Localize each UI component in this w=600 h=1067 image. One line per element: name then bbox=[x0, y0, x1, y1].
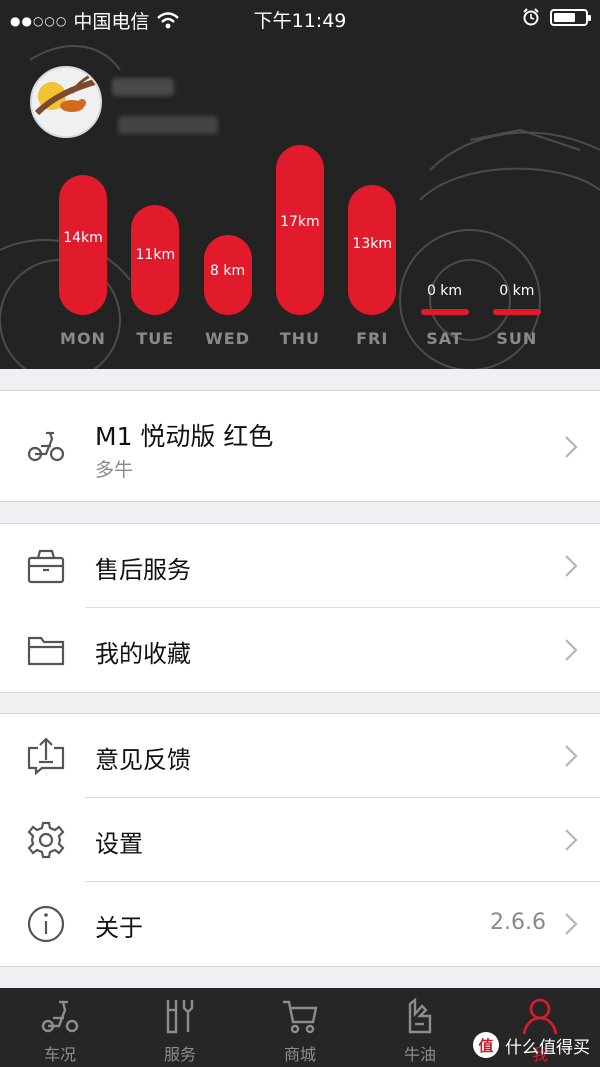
tab-label: 服务 bbox=[163, 1045, 196, 1064]
folder-icon bbox=[27, 636, 65, 666]
scooter-icon bbox=[41, 1000, 79, 1033]
day-label: SAT bbox=[426, 329, 463, 348]
watermark-logo: 值 bbox=[473, 1032, 499, 1058]
favorites-row[interactable]: 我的收藏 bbox=[0, 608, 600, 692]
vehicle-model: M1 悦动版 红色 bbox=[95, 422, 274, 451]
chevron-right-icon bbox=[565, 555, 578, 577]
day-label: SUN bbox=[496, 329, 538, 348]
battery-icon bbox=[550, 8, 591, 26]
about-label: 关于 bbox=[95, 914, 143, 942]
feedback-label: 意见反馈 bbox=[95, 746, 191, 774]
day-label: TUE bbox=[136, 329, 175, 348]
avatar[interactable] bbox=[30, 66, 102, 138]
about-row[interactable]: 关于 2.6.6 bbox=[0, 882, 600, 966]
day-label: WED bbox=[205, 329, 251, 348]
chevron-right-icon bbox=[565, 436, 578, 458]
bar-sat bbox=[420, 309, 469, 315]
watermark-text: 什么值得买 bbox=[505, 1037, 590, 1058]
scooter-icon bbox=[27, 431, 65, 462]
tab-vehicle-status[interactable]: 车况 bbox=[0, 988, 120, 1067]
bar-value-label: 14km bbox=[63, 230, 103, 246]
bar-value-label: 0 km bbox=[499, 283, 535, 299]
vehicle-section: M1 悦动版 红色 多牛 bbox=[0, 390, 600, 502]
wrench-icon bbox=[166, 1000, 194, 1034]
app-version: 2.6.6 bbox=[490, 910, 546, 935]
info-icon bbox=[27, 905, 65, 943]
chevron-right-icon bbox=[565, 913, 578, 935]
status-time: 下午11:49 bbox=[253, 10, 347, 32]
settings-row[interactable]: 设置 bbox=[0, 798, 600, 882]
weekly-mileage-chart: 14km MON 11km TUE 8 km WED 17km THU 13km FRI 0 km S… bbox=[0, 140, 600, 360]
watermark: 值 什么值得买 bbox=[473, 1032, 590, 1058]
feedback-share-icon bbox=[27, 737, 65, 776]
day-label: MON bbox=[60, 329, 106, 348]
service-section: 售后服务 我的收藏 bbox=[0, 523, 600, 693]
vehicle-row[interactable]: M1 悦动版 红色 多牛 bbox=[0, 391, 600, 501]
tab-community[interactable]: 牛油 bbox=[360, 988, 480, 1067]
bar-value-label: 11km bbox=[135, 246, 176, 263]
after-sales-row[interactable]: 售后服务 bbox=[0, 524, 600, 608]
username-blurred bbox=[112, 78, 174, 96]
bar-sun bbox=[492, 309, 541, 315]
chevron-right-icon bbox=[565, 829, 578, 851]
day-label: FRI bbox=[356, 329, 389, 348]
chevron-right-icon bbox=[565, 745, 578, 767]
bar-value-label: 8 km bbox=[210, 263, 246, 279]
cart-icon bbox=[283, 1000, 318, 1034]
tab-label: 车况 bbox=[43, 1045, 76, 1064]
chevron-right-icon bbox=[565, 639, 578, 661]
hand-icon bbox=[408, 997, 432, 1034]
person-icon bbox=[522, 998, 558, 1035]
toolbox-icon bbox=[27, 549, 65, 584]
after-sales-label: 售后服务 bbox=[95, 556, 191, 584]
gear-icon bbox=[27, 821, 65, 859]
vehicle-brand: 多牛 bbox=[95, 459, 134, 481]
bar-value-label: 17km bbox=[280, 213, 320, 230]
favorites-label: 我的收藏 bbox=[95, 640, 191, 668]
user-info-blurred bbox=[118, 116, 218, 134]
bar-value-label: 13km bbox=[352, 235, 392, 252]
tab-mall[interactable]: 商城 bbox=[240, 988, 360, 1067]
settings-section: 意见反馈 设置 关于 2.6.6 bbox=[0, 713, 600, 967]
alarm-icon bbox=[523, 8, 539, 26]
day-label: THU bbox=[279, 329, 321, 348]
tab-label: 牛油 bbox=[403, 1045, 436, 1064]
tab-service[interactable]: 服务 bbox=[120, 988, 240, 1067]
status-bar: ●●○○○ 中国电信 下午11:49 bbox=[0, 0, 600, 36]
profile-header: ●●○○○ 中国电信 下午11:49 14km MON 11km TUE 8 k… bbox=[0, 0, 600, 369]
settings-label: 设置 bbox=[95, 830, 143, 858]
feedback-row[interactable]: 意见反馈 bbox=[0, 714, 600, 798]
tab-label: 商城 bbox=[283, 1045, 316, 1064]
bar-thu bbox=[275, 145, 324, 315]
bar-value-label: 0 km bbox=[426, 283, 463, 299]
